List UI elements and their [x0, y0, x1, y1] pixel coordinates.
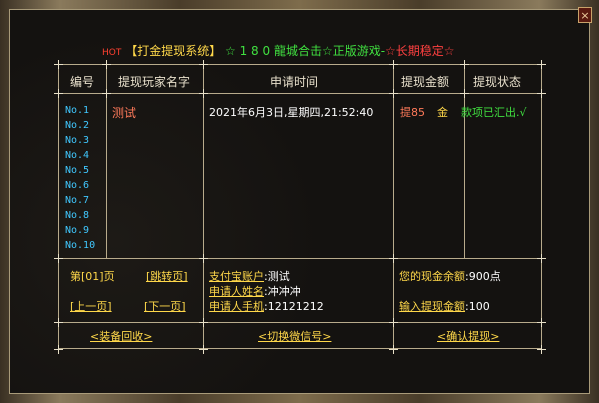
withdraw-input-row[interactable]: 输入提现金额:100 [399, 298, 490, 314]
phone-label: 申请人手机 [209, 300, 264, 313]
row-number: No.5 [65, 165, 90, 176]
row-number: No.3 [65, 135, 90, 146]
ornament-cross [537, 254, 546, 263]
actions-divider [58, 322, 542, 323]
balance-label: 您的现金余额 [399, 270, 465, 283]
prev-page-button[interactable]: [上一页] [70, 298, 112, 314]
ornament-cross [389, 60, 398, 69]
next-page-button[interactable]: [下一页] [144, 298, 186, 314]
hot-badge: HOT [102, 48, 122, 58]
page-indicator: 第[01]页 [70, 270, 115, 283]
system-title: 【打金提现系统】 [125, 44, 222, 58]
withdraw-input-value[interactable]: :100 [465, 300, 490, 313]
ornament-cross [389, 254, 398, 263]
ornament-cross [199, 60, 208, 69]
ornament-cross [537, 345, 546, 354]
balance-value: :900点 [465, 270, 501, 283]
row-number: No.2 [65, 120, 90, 131]
header-status: 提现状态 [473, 75, 522, 89]
ornament-cross [537, 89, 546, 98]
ornament-cross [199, 345, 208, 354]
row-number: No.1 [65, 105, 90, 116]
row-number: No.8 [65, 210, 90, 221]
balance-row: 您的现金余额:900点 [399, 268, 501, 284]
col-divider-3 [393, 64, 394, 349]
header-time: 申请时间 [270, 75, 319, 89]
row-number: No.7 [65, 195, 90, 206]
ornament-cross [389, 89, 398, 98]
record-time: 2021年6月3日,星期四,21:52:40 [209, 106, 374, 119]
ornament-cross [537, 318, 546, 327]
name-value: :冲冲冲 [264, 285, 301, 298]
ornament-cross [54, 318, 63, 327]
ornament-cross [199, 89, 208, 98]
record-currency: 金 [437, 106, 448, 119]
window-title: HOT 【打金提现系统】 ☆ 1 8 0 龍城合击☆正版游戏-☆长期稳定☆ [102, 42, 455, 59]
phone-row: 申请人手机:12121212 [209, 298, 324, 314]
col-divider-2 [203, 64, 204, 349]
ornament-cross [102, 60, 111, 69]
name-row: 申请人姓名:冲冲冲 [209, 283, 301, 299]
alipay-label: 支付宝账户 [209, 270, 264, 283]
row-number: No.9 [65, 225, 90, 236]
record-status: 款项已汇出.√ [461, 106, 527, 119]
ornament-cross [537, 60, 546, 69]
withdraw-input-label[interactable]: 输入提现金额 [399, 300, 465, 313]
close-icon[interactable]: × [578, 7, 592, 23]
row-number: No.4 [65, 150, 90, 161]
ornament-cross [460, 60, 469, 69]
row-number: No.10 [65, 240, 96, 251]
ornament-cross [54, 345, 63, 354]
switch-wechat-button[interactable]: <切换微信号> [258, 328, 331, 344]
ornament-cross [54, 254, 63, 263]
header-amount: 提现金额 [401, 75, 450, 89]
header-number: 编号 [70, 75, 95, 89]
record-amount: 提85 [400, 106, 425, 119]
banner-red: ☆长期稳定☆ [385, 44, 455, 58]
ornament-cross [54, 60, 63, 69]
ornament-cross [102, 89, 111, 98]
row-number: No.6 [65, 180, 90, 191]
banner-green: ☆ 1 8 0 龍城合击☆正版游戏- [225, 44, 386, 58]
equipment-recycle-button[interactable]: <装备回收> [90, 328, 152, 344]
ornament-cross [199, 318, 208, 327]
alipay-value: :测试 [264, 270, 290, 283]
header-player: 提现玩家名字 [118, 75, 191, 89]
table-bottom-divider [58, 258, 542, 259]
phone-value: :12121212 [264, 300, 324, 313]
jump-page-button[interactable]: [跳转页] [146, 268, 188, 284]
confirm-withdraw-button[interactable]: <确认提现> [437, 328, 499, 344]
name-label: 申请人姓名 [209, 285, 264, 298]
ornament-cross [54, 89, 63, 98]
record-player: 测试 [112, 106, 137, 120]
ornament-cross [460, 89, 469, 98]
ornament-cross [389, 345, 398, 354]
alipay-row: 支付宝账户:测试 [209, 268, 290, 284]
ornament-cross [389, 318, 398, 327]
header-divider [58, 93, 542, 94]
ornament-cross [199, 254, 208, 263]
